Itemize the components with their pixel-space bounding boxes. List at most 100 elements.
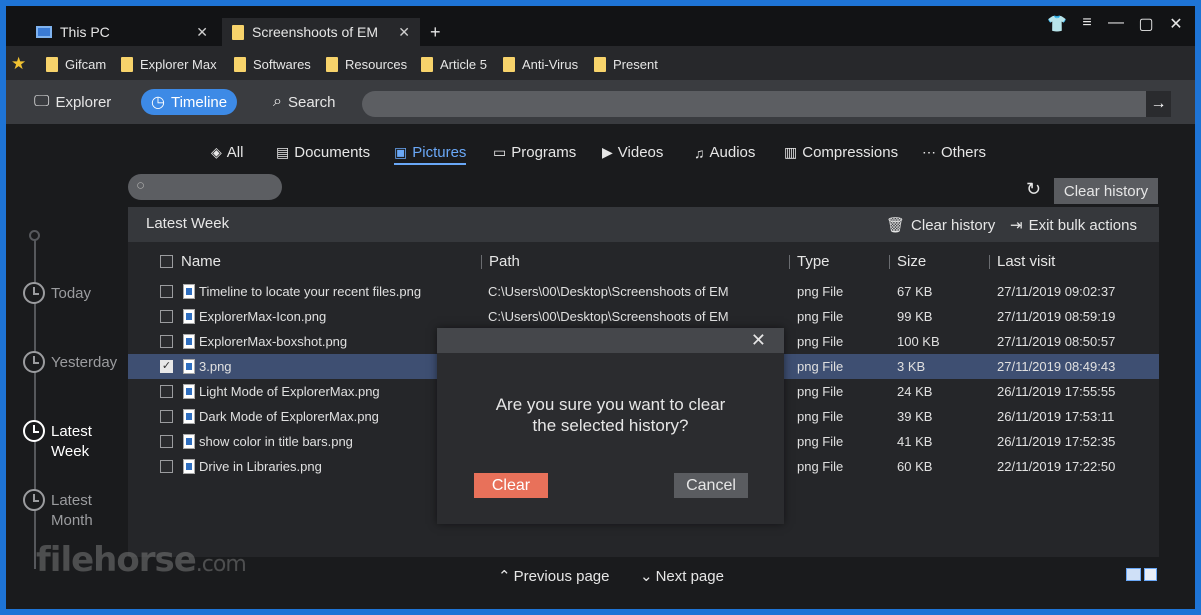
timeline-yesterday[interactable]: Yesterday — [51, 353, 131, 373]
address-input[interactable] — [362, 91, 1146, 117]
tab-programs[interactable]: ▭ Programs — [493, 144, 576, 161]
row-checkbox[interactable] — [160, 385, 173, 398]
column-divider[interactable] — [889, 255, 890, 269]
shirt-icon[interactable]: 👕 — [1047, 14, 1067, 34]
cell-last-visit: 27/11/2019 08:50:57 — [997, 334, 1116, 349]
bookmark-article-5[interactable]: Article 5 — [421, 56, 487, 72]
cell-path: C:\Users\00\Desktop\Screenshoots of EM — [488, 309, 729, 324]
trash-icon: 🗑 — [886, 217, 906, 234]
dialog-message: Are you sure you want to clear the selec… — [437, 394, 784, 436]
search-label: Search — [287, 93, 336, 111]
clock-icon: ◷ — [151, 94, 165, 111]
row-checkbox[interactable]: ✓ — [160, 360, 173, 373]
cell-last-visit: 26/11/2019 17:55:55 — [997, 384, 1116, 399]
column-name[interactable]: Name — [181, 253, 221, 270]
clock-icon[interactable] — [23, 420, 45, 442]
column-last-visit[interactable]: Last visit — [997, 253, 1055, 270]
column-type[interactable]: Type — [797, 253, 830, 270]
refresh-icon[interactable]: ↻ — [1026, 179, 1041, 200]
bookmark-label: Resources — [345, 56, 408, 72]
tab-videos[interactable]: ▶ Videos — [602, 144, 663, 161]
clear-button[interactable]: Clear — [474, 473, 548, 498]
explorer-button[interactable]: 🖵 Explorer — [24, 89, 121, 115]
close-tab-icon[interactable]: ✕ — [196, 24, 208, 41]
row-checkbox[interactable] — [160, 435, 173, 448]
select-all-checkbox[interactable] — [160, 255, 173, 268]
menu-icon[interactable]: ≡ — [1077, 14, 1097, 32]
minimize-icon[interactable]: — — [1106, 14, 1126, 32]
cell-last-visit: 22/11/2019 17:22:50 — [997, 459, 1116, 474]
timeline-latest-month[interactable]: Latest Month — [51, 491, 131, 531]
row-checkbox[interactable] — [160, 460, 173, 473]
cell-type: png File — [797, 334, 844, 349]
table-row[interactable]: Timeline to locate your recent files.png… — [128, 279, 1159, 304]
bookmark-anti-virus[interactable]: Anti-Virus — [503, 56, 578, 72]
star-icon[interactable]: ★ — [11, 54, 26, 74]
column-header: Name Path Type Size Last visit — [128, 247, 1159, 275]
app-window: This PC ✕ Screenshoots of EM ✕ + 👕 ≡ — ▢… — [6, 6, 1195, 609]
cell-type: png File — [797, 384, 844, 399]
clock-icon[interactable] — [23, 351, 45, 373]
tab-all[interactable]: ◈ All — [211, 144, 243, 161]
timeline-today[interactable]: Today — [51, 284, 131, 304]
bookmark-resources[interactable]: Resources — [326, 56, 407, 72]
cell-last-visit: 27/11/2019 08:59:19 — [997, 309, 1116, 324]
cell-name: ExplorerMax-boxshot.png — [199, 334, 348, 349]
cell-size: 99 KB — [897, 309, 933, 324]
row-checkbox[interactable] — [160, 410, 173, 423]
folder-icon — [326, 56, 338, 72]
previous-page-button[interactable]: ⌃ Previous page — [498, 567, 609, 586]
go-arrow-icon[interactable]: → — [1146, 91, 1171, 117]
row-checkbox[interactable] — [160, 285, 173, 298]
tab-screenshoots[interactable]: Screenshoots of EM ✕ — [222, 18, 420, 46]
cell-size: 41 KB — [897, 434, 933, 449]
cell-type: png File — [797, 409, 844, 424]
column-divider[interactable] — [789, 255, 790, 269]
tab-documents[interactable]: ▤ Documents — [276, 144, 370, 161]
category-label: Others — [941, 144, 987, 161]
filter-input[interactable]: ○ — [128, 174, 282, 200]
maximize-icon[interactable]: ▢ — [1136, 14, 1156, 34]
add-tab-button[interactable]: + — [430, 22, 441, 43]
cell-name: ExplorerMax-Icon.png — [199, 309, 327, 324]
next-page-button[interactable]: ⌄ Next page — [640, 567, 724, 586]
close-icon[interactable]: ✕ — [1166, 14, 1186, 34]
column-divider[interactable] — [481, 255, 482, 269]
timeline-button[interactable]: ◷ Timeline — [141, 89, 238, 115]
clear-history-button[interactable]: Clear history — [1054, 178, 1158, 204]
bookmark-explorer-max[interactable]: Explorer Max — [121, 56, 217, 72]
exit-bulk-actions-button[interactable]: ⇥ Exit bulk actions — [1010, 216, 1137, 235]
thumbnail-view-icon[interactable] — [1144, 568, 1157, 581]
tab-audios[interactable]: ♫ Audios — [694, 144, 755, 161]
bookmark-softwares[interactable]: Softwares — [234, 56, 311, 72]
cell-size: 24 KB — [897, 384, 933, 399]
cancel-button[interactable]: Cancel — [674, 473, 748, 498]
tab-compressions[interactable]: ▥ Compressions — [784, 144, 898, 161]
image-file-icon — [183, 384, 195, 399]
column-divider[interactable] — [989, 255, 990, 269]
category-label: Compressions — [802, 144, 899, 161]
table-row[interactable]: ExplorerMax-Icon.png C:\Users\00\Desktop\… — [128, 304, 1159, 329]
clock-icon[interactable] — [23, 489, 45, 511]
tab-pictures[interactable]: ▣ Pictures — [394, 144, 467, 165]
close-icon[interactable]: ✕ — [751, 330, 766, 351]
row-checkbox[interactable] — [160, 335, 173, 348]
column-size[interactable]: Size — [897, 253, 926, 270]
tab-others[interactable]: ⋯ Others — [922, 144, 986, 161]
cell-type: png File — [797, 309, 844, 324]
search-icon: ○ — [136, 177, 146, 194]
search-button[interactable]: ⌕ Search — [263, 89, 346, 115]
bookmark-label: Gifcam — [65, 56, 107, 72]
panel-clear-history-button[interactable]: 🗑 Clear history — [886, 216, 995, 235]
close-tab-icon[interactable]: ✕ — [398, 24, 410, 41]
clock-icon[interactable] — [23, 282, 45, 304]
tab-this-pc[interactable]: This PC ✕ — [26, 18, 218, 46]
bookmark-gifcam[interactable]: Gifcam — [46, 56, 106, 72]
bookmark-present[interactable]: Present — [594, 56, 658, 72]
row-checkbox[interactable] — [160, 310, 173, 323]
column-path[interactable]: Path — [489, 253, 520, 270]
cell-size: 67 KB — [897, 284, 933, 299]
dialog-header: ✕ — [437, 328, 784, 353]
timeline-latest-week[interactable]: Latest Week — [51, 422, 131, 462]
details-view-icon[interactable] — [1126, 568, 1141, 581]
